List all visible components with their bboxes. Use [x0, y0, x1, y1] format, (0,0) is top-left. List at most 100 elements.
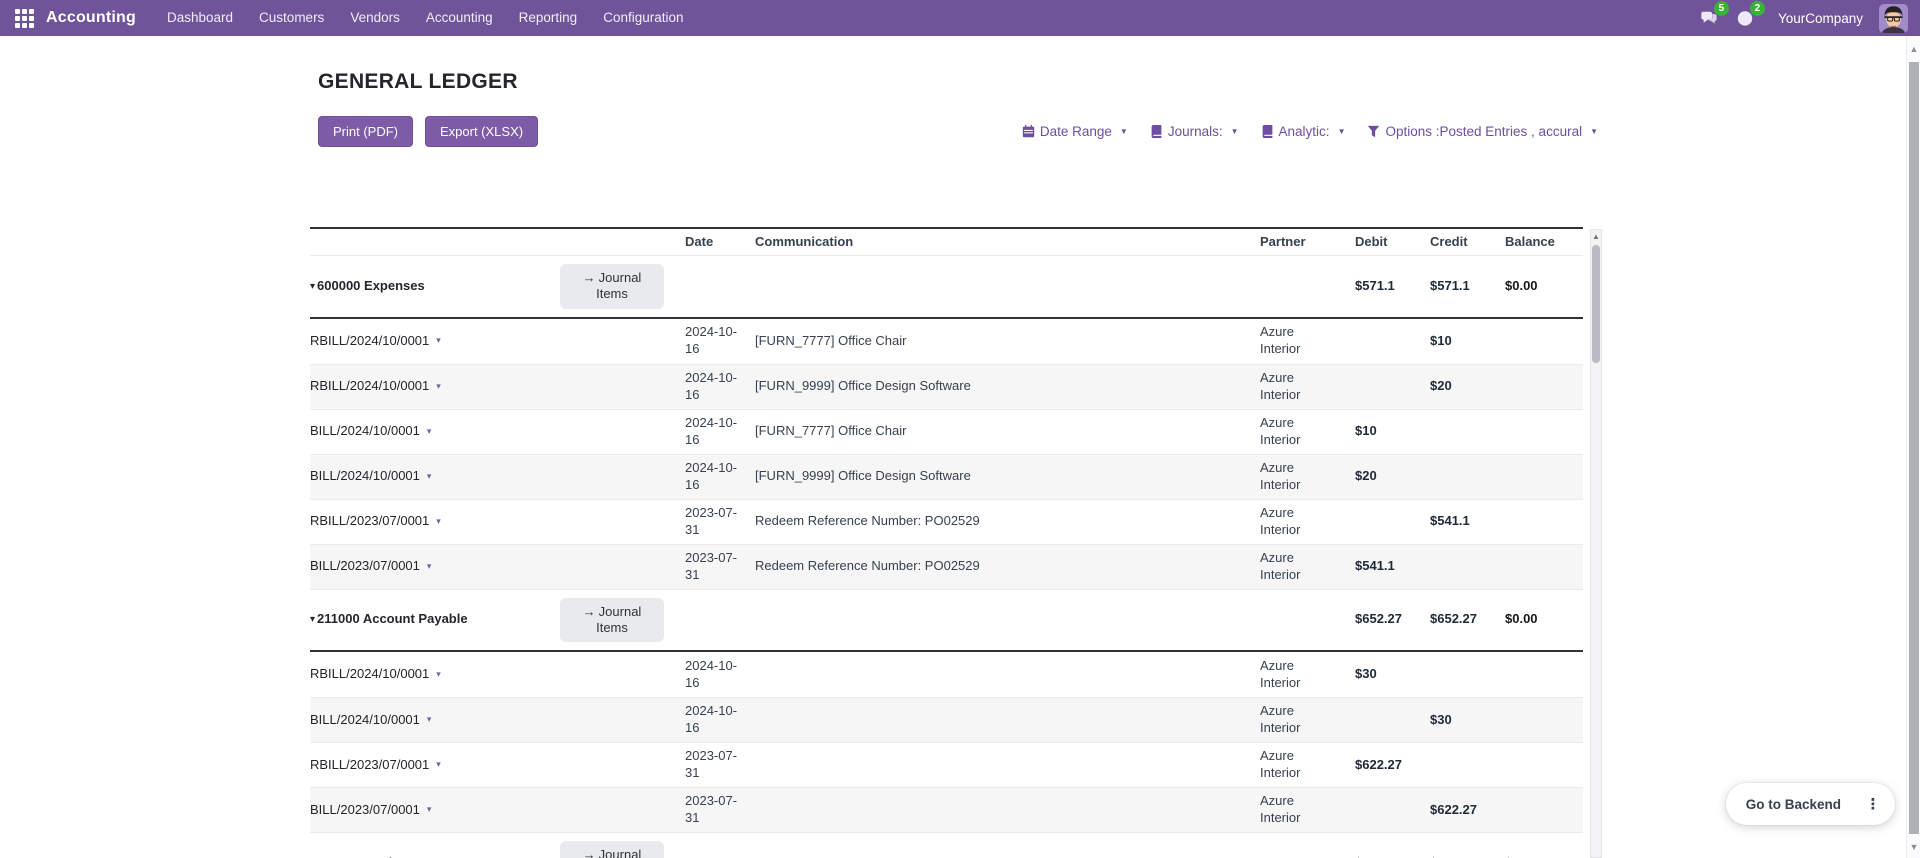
journal-entry-row: BILL/2024/10/0001▾2024-10-16Azure Interi…: [310, 697, 1583, 742]
partner-cell: Azure Interior: [1260, 744, 1355, 786]
scroll-down-arrow-icon[interactable]: ▼: [1907, 842, 1920, 852]
group-debit: $12477.45: [1355, 851, 1430, 858]
analytic-icon: [1261, 125, 1274, 138]
analytic-filter[interactable]: Analytic: ▼: [1261, 124, 1346, 139]
filter-funnel-icon: [1367, 125, 1380, 138]
journal-entry-row: BILL/2024/10/0001▾2024-10-16[FURN_7777] …: [310, 409, 1583, 454]
options-label: Options :Posted Entries , accural: [1385, 124, 1582, 139]
ledger-table-body: ▾600000 Expenses→Journal Items$571.1$571…: [310, 255, 1583, 858]
entry-name: RBILL/2023/07/0001: [310, 513, 429, 530]
menu-dashboard[interactable]: Dashboard: [154, 0, 246, 36]
journal-items-button[interactable]: →Journal Items: [560, 841, 664, 858]
journal-entry-row: BILL/2023/07/0001▾ 2023-07-31Redeem Refer…: [310, 544, 1583, 589]
journal-items-button[interactable]: →Journal Items: [560, 264, 664, 309]
messages-button[interactable]: 5: [1696, 5, 1722, 31]
partner-name: Azure Interior: [1260, 550, 1322, 584]
journal-items-button[interactable]: →Journal Items: [560, 598, 664, 643]
entry-label[interactable]: BILL/2024/10/0001▾: [310, 464, 560, 489]
page-title: GENERAL LEDGER: [318, 70, 518, 94]
account-group-label[interactable]: ▾600000 Expenses: [310, 274, 560, 299]
header-date: Date: [685, 230, 755, 255]
entry-label[interactable]: RBILL/2024/10/0001▾: [310, 329, 560, 354]
options-filter[interactable]: Options :Posted Entries , accural ▼: [1367, 124, 1598, 139]
apps-menu-button[interactable]: [8, 0, 40, 36]
chevron-down-icon: ▼: [1338, 128, 1346, 136]
account-group-label[interactable]: ▾101401 Bank: [310, 851, 560, 858]
debit-cell: $622.27: [1355, 753, 1430, 778]
date-cell: 2023-07-31: [685, 546, 755, 588]
group-credit: $571.1: [1430, 274, 1505, 299]
entry-label[interactable]: RBILL/2024/10/0001▾: [310, 374, 560, 399]
ledger-table-area: Date Communication Partner Debit Credit …: [310, 227, 1602, 858]
arrow-right-icon: →: [583, 270, 596, 285]
credit-cell: $30: [1430, 708, 1505, 733]
date-range-filter[interactable]: Date Range ▼: [1022, 124, 1128, 139]
caret-down-icon: ▾: [427, 561, 432, 573]
menu-vendors[interactable]: Vendors: [337, 0, 413, 36]
table-scrollbar-thumb[interactable]: [1592, 245, 1600, 363]
debit-cell: $541.1: [1355, 554, 1430, 579]
menu-customers[interactable]: Customers: [246, 0, 337, 36]
date-cell: 2024-10-16: [685, 320, 755, 362]
company-name[interactable]: YourCompany: [1778, 11, 1863, 26]
partner-cell: Azure Interior: [1260, 546, 1355, 588]
date-cell: 2023-07-31: [685, 501, 755, 543]
menu-configuration[interactable]: Configuration: [590, 0, 696, 36]
vertical-dots-icon: ⋮: [1866, 796, 1881, 813]
backend-widget: Go to Backend ⋮: [1726, 783, 1895, 825]
page-scrollbar[interactable]: ▲ ▼: [1906, 36, 1920, 858]
journals-filter[interactable]: Journals: ▼: [1150, 124, 1239, 139]
communication-cell: Redeem Reference Number: PO02529: [755, 554, 1260, 579]
entry-label[interactable]: BILL/2024/10/0001▾: [310, 419, 560, 444]
menu-accounting[interactable]: Accounting: [413, 0, 506, 36]
go-to-backend-button[interactable]: Go to Backend: [1730, 789, 1857, 820]
group-balance: $0.00: [1505, 274, 1583, 299]
more-options-button[interactable]: ⋮: [1857, 788, 1889, 820]
top-navbar: Accounting Dashboard Customers Vendors A…: [0, 0, 1920, 36]
entry-name: RBILL/2024/10/0001: [310, 378, 429, 395]
ledger-table: Date Communication Partner Debit Credit …: [310, 227, 1583, 858]
group-credit: $32.58: [1430, 851, 1505, 858]
partner-cell: Azure Interior: [1260, 654, 1355, 696]
header-debit: Debit: [1355, 230, 1430, 255]
partner-cell: Azure Interior: [1260, 789, 1355, 831]
balance-cell: [1505, 671, 1583, 679]
scroll-up-arrow-icon[interactable]: ▲: [1907, 44, 1920, 54]
print-pdf-button[interactable]: Print (PDF): [318, 116, 413, 147]
debit-cell: [1355, 518, 1430, 526]
balance-cell: [1505, 806, 1583, 814]
partner-cell: Azure Interior: [1260, 411, 1355, 453]
user-avatar[interactable]: [1879, 4, 1908, 33]
activities-button[interactable]: 2: [1732, 5, 1758, 31]
scroll-up-arrow-icon[interactable]: ▲: [1591, 230, 1601, 243]
debit-cell: $30: [1355, 662, 1430, 687]
debit-cell: $10: [1355, 419, 1430, 444]
entry-name: BILL/2024/10/0001: [310, 712, 420, 729]
entry-label[interactable]: RBILL/2023/07/0001▾: [310, 509, 560, 534]
main-menu: Dashboard Customers Vendors Accounting R…: [154, 0, 697, 36]
entry-label[interactable]: RBILL/2023/07/0001▾: [310, 753, 560, 778]
balance-cell: [1505, 518, 1583, 526]
page-scrollbar-thumb[interactable]: [1909, 62, 1919, 834]
entry-label[interactable]: RBILL/2024/10/0001▾: [310, 662, 560, 687]
partner-cell: Azure Interior: [1260, 456, 1355, 498]
app-brand[interactable]: Accounting: [46, 9, 136, 27]
debit-cell: [1355, 337, 1430, 345]
table-header-row: Date Communication Partner Debit Credit …: [310, 229, 1583, 255]
account-name: 600000 Expenses: [317, 278, 425, 295]
filter-bar: Date Range ▼ Journals: ▼ Analytic: ▼ Opt…: [1022, 124, 1598, 139]
account-group-label[interactable]: ▾211000 Account Payable: [310, 607, 560, 632]
menu-reporting[interactable]: Reporting: [506, 0, 591, 36]
balance-cell: [1505, 563, 1583, 571]
export-xlsx-button[interactable]: Export (XLSX): [425, 116, 538, 147]
arrow-right-icon: →: [583, 847, 596, 858]
entry-label[interactable]: BILL/2023/07/0001▾: [310, 554, 560, 579]
actions-row: Print (PDF) Export (XLSX) Date Range ▼ J…: [318, 116, 1598, 147]
partner-name: Azure Interior: [1260, 658, 1322, 692]
table-scrollbar[interactable]: ▲: [1590, 229, 1602, 858]
entry-name: BILL/2024/10/0001: [310, 468, 420, 485]
entry-label[interactable]: BILL/2023/07/0001▾: [310, 798, 560, 823]
communication-cell: [FURN_7777] Office Chair: [755, 419, 1260, 444]
entry-label[interactable]: BILL/2024/10/0001▾: [310, 708, 560, 733]
journal-entry-row: RBILL/2023/07/0001▾2023-07-31Redeem Refe…: [310, 499, 1583, 544]
